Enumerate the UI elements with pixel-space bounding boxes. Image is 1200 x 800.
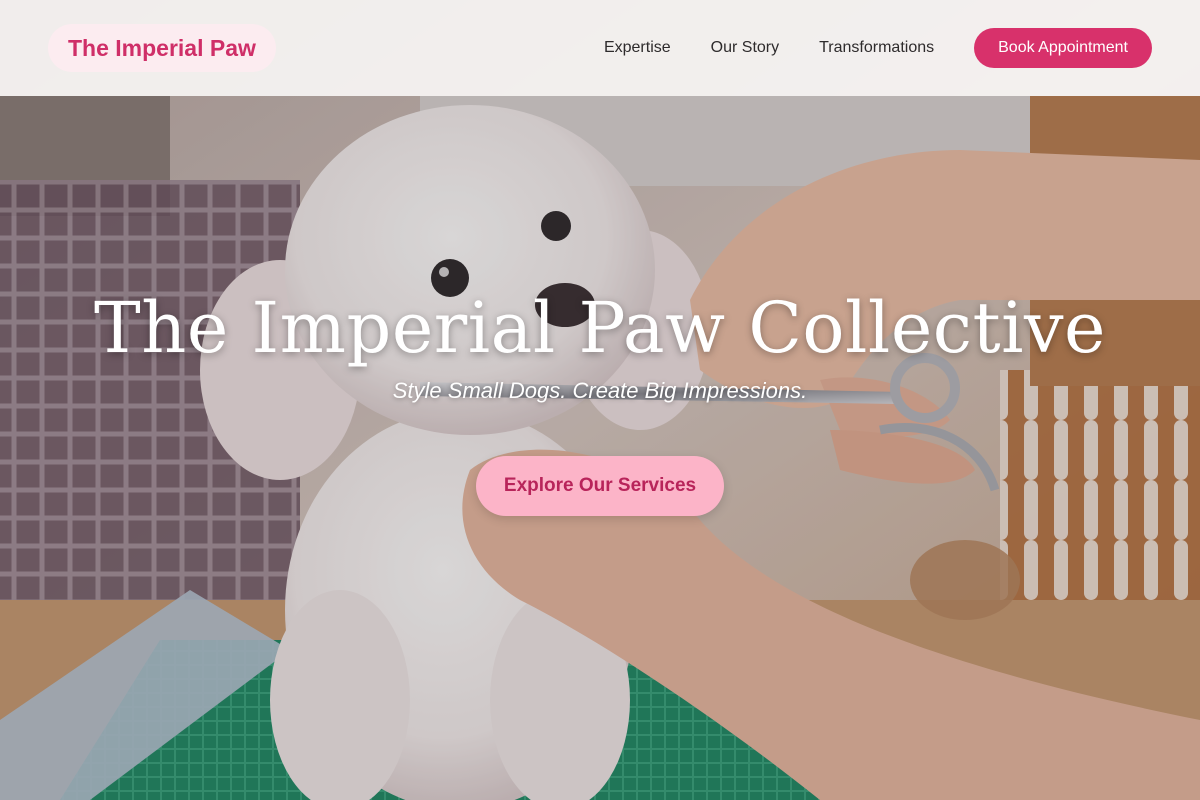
nav-link-our-story[interactable]: Our Story (711, 39, 779, 57)
hero-title: The Imperial Paw Collective (94, 287, 1106, 369)
hero-tagline: Style Small Dogs. Create Big Impressions… (392, 378, 808, 403)
hero-section: The Imperial Paw Collective Style Small … (0, 284, 1200, 516)
landing-page: The Imperial Paw Expertise Our Story Tra… (0, 0, 1200, 800)
explore-services-button[interactable]: Explore Our Services (476, 456, 724, 516)
brand-logo[interactable]: The Imperial Paw (48, 24, 276, 72)
nav-link-expertise[interactable]: Expertise (604, 39, 671, 57)
nav-link-transformations[interactable]: Transformations (819, 39, 934, 57)
book-appointment-button[interactable]: Book Appointment (974, 28, 1152, 68)
main-nav: Expertise Our Story Transformations Book… (604, 28, 1152, 68)
site-header: The Imperial Paw Expertise Our Story Tra… (0, 0, 1200, 96)
